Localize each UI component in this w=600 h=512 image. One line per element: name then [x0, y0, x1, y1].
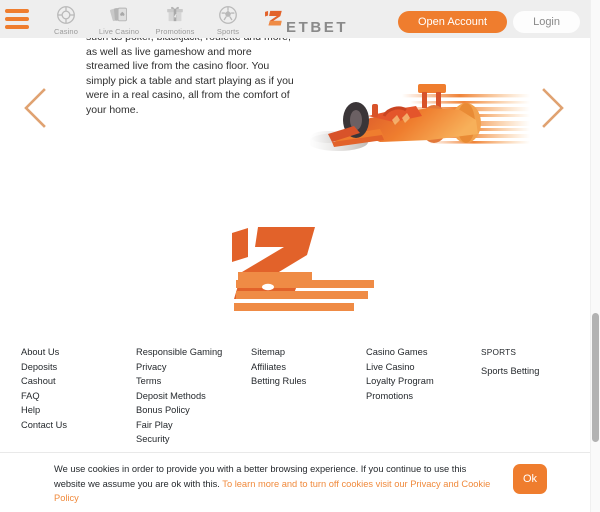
- footer-link[interactable]: Affiliates: [251, 360, 306, 375]
- footer-link[interactable]: Casino Games: [366, 345, 434, 360]
- footer-link[interactable]: Security: [136, 432, 222, 447]
- hamburger-bar: [5, 25, 29, 29]
- login-button[interactable]: Login: [513, 11, 580, 33]
- footer-link[interactable]: Responsible Gaming: [136, 345, 222, 360]
- nav-item-casino[interactable]: Casino: [41, 2, 91, 36]
- footer-link[interactable]: Help: [21, 403, 67, 418]
- footer-column-games: Casino Games Live Casino Loyalty Program…: [366, 345, 434, 403]
- footer-link[interactable]: Sitemap: [251, 345, 306, 360]
- z-logo-icon: [262, 10, 288, 32]
- nav-item-sports[interactable]: Sports: [203, 2, 253, 36]
- primary-nav: Casino Live Casino Promotions Sports: [41, 2, 253, 36]
- footer-column-sports: SPORTS Sports Betting: [481, 345, 539, 379]
- footer-link[interactable]: Cashout: [21, 374, 67, 389]
- footer-link[interactable]: Contact Us: [21, 418, 67, 433]
- page-scrollbar-thumb[interactable]: [592, 313, 599, 442]
- footer-column-about: About Us Deposits Cashout FAQ Help Conta…: [21, 345, 67, 432]
- footer-link[interactable]: FAQ: [21, 389, 67, 404]
- chevron-right-icon[interactable]: [536, 84, 570, 132]
- footer-link[interactable]: Betting Rules: [251, 374, 306, 389]
- hero-banner: such as poker, blackjack, roulette and m…: [0, 38, 590, 168]
- playing-cards-icon: [108, 4, 130, 26]
- nav-item-promotions[interactable]: Promotions: [147, 2, 203, 36]
- footer-link[interactable]: Terms: [136, 374, 222, 389]
- nav-label: Live Casino: [98, 27, 140, 36]
- footer-column-legal: Responsible Gaming Privacy Terms Deposit…: [136, 345, 222, 447]
- casino-chip-icon: [55, 4, 77, 26]
- footer-link[interactable]: About Us: [21, 345, 67, 360]
- site-footer: About Us Deposits Cashout FAQ Help Conta…: [0, 340, 590, 455]
- footer-link[interactable]: Deposit Methods: [136, 389, 222, 404]
- soccer-ball-icon: [217, 4, 239, 26]
- footer-link[interactable]: Loyalty Program: [366, 374, 434, 389]
- hamburger-icon[interactable]: [5, 9, 31, 29]
- footer-link[interactable]: Promotions: [366, 389, 434, 404]
- footer-column-heading: SPORTS: [481, 347, 517, 357]
- hamburger-bar: [5, 17, 29, 21]
- footer-link[interactable]: Bonus Policy: [136, 403, 222, 418]
- footer-column-site: Sitemap Affiliates Betting Rules: [251, 345, 306, 389]
- gift-box-icon: [164, 4, 186, 26]
- site-header: Casino Live Casino Promotions Sports ETB…: [0, 0, 590, 38]
- brand-wordmark: ETBET: [286, 19, 349, 36]
- footer-link[interactable]: Deposits: [21, 360, 67, 375]
- banner-paragraph: such as poker, blackjack, roulette and m…: [86, 38, 296, 118]
- footer-link[interactable]: Live Casino: [366, 360, 434, 375]
- nav-item-live-casino[interactable]: Live Casino: [91, 2, 147, 36]
- cookie-message: We use cookies in order to provide you w…: [54, 462, 494, 506]
- footer-link[interactable]: Sports Betting: [481, 364, 539, 379]
- footer-link[interactable]: Privacy: [136, 360, 222, 375]
- site-logo[interactable]: ETBET: [262, 8, 349, 36]
- race-car-icon: [310, 76, 530, 158]
- page-root: Casino Live Casino Promotions Sports ETB…: [0, 0, 600, 512]
- footer-link[interactable]: Fair Play: [136, 418, 222, 433]
- page-scrollbar-track[interactable]: [590, 0, 600, 512]
- banner-paragraph-text: such as poker, blackjack, roulette and m…: [86, 38, 294, 116]
- header-actions: Open Account Login: [397, 11, 580, 33]
- nav-label: Casino: [54, 27, 78, 36]
- zetbet-big-logo-icon: [222, 225, 377, 320]
- hamburger-bar: [5, 9, 29, 13]
- cookie-consent-banner: We use cookies in order to provide you w…: [0, 453, 590, 512]
- nav-label: Promotions: [155, 27, 195, 36]
- open-account-button[interactable]: Open Account: [397, 11, 508, 33]
- nav-label: Sports: [216, 27, 240, 36]
- chevron-left-icon[interactable]: [18, 84, 52, 132]
- cookie-accept-button[interactable]: Ok: [513, 464, 547, 494]
